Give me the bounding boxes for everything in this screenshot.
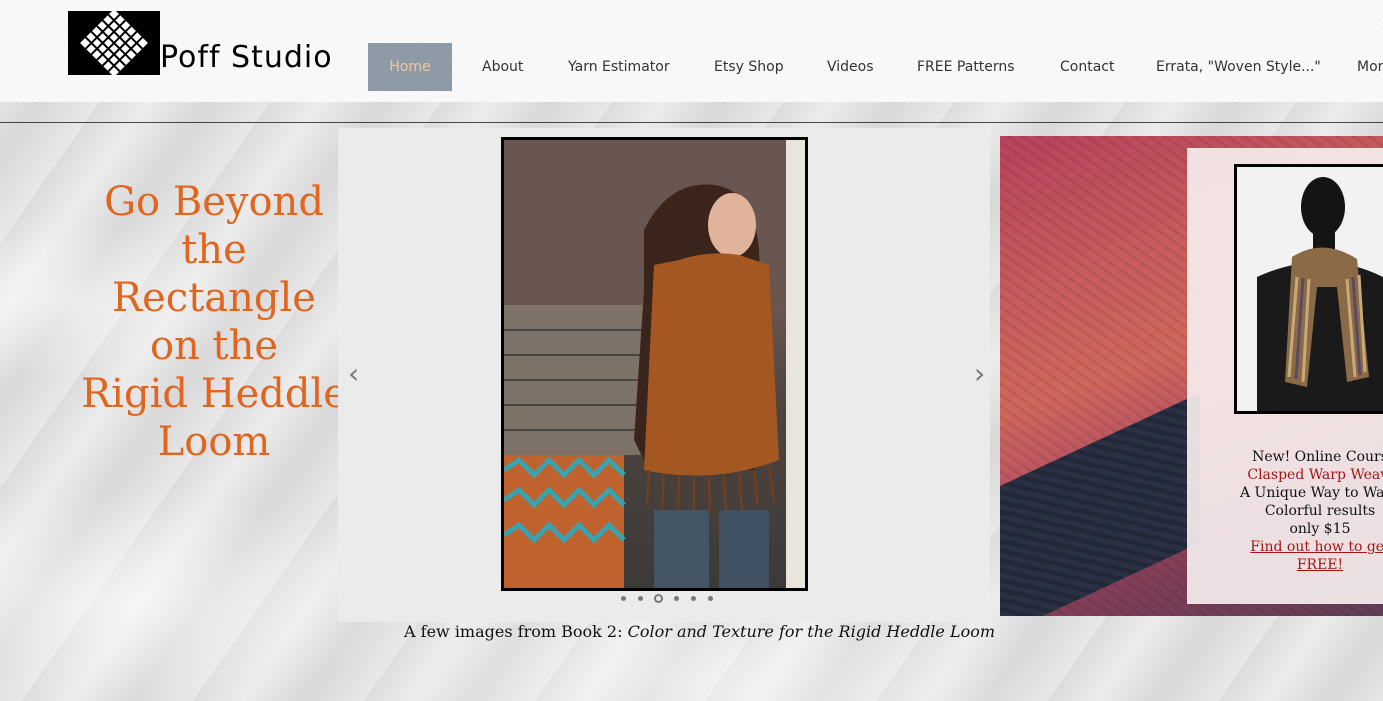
promo-banner[interactable]: New! Online Cours Clasped Warp Weavi A U… (1000, 136, 1383, 616)
promo-line: A Unique Way to Warp (1240, 485, 1383, 501)
slideshow-caption: A few images from Book 2: Color and Text… (404, 622, 995, 641)
slide-dot[interactable] (708, 596, 713, 601)
caption-book-title: Color and Texture for the Rigid Heddle L… (627, 622, 996, 641)
site-header: Poff Studio Home About Yarn Estimator Et… (0, 0, 1383, 102)
promo-link[interactable]: Find out how to get (1250, 539, 1383, 555)
nav-yarn-estimator[interactable]: Yarn Estimator (568, 43, 670, 91)
slide-image-woven-vest[interactable] (501, 137, 808, 591)
hero-line: Go Beyond (104, 179, 324, 225)
hero-heading: Go Beyond the Rectangle on the Rigid Hed… (80, 178, 348, 466)
caption-prefix: A few images from Book 2: (404, 622, 628, 641)
nav-contact[interactable]: Contact (1060, 43, 1114, 91)
nav-more[interactable]: Mor (1357, 43, 1383, 91)
slide-dot[interactable] (621, 596, 626, 601)
promo-price: only $15 (1289, 521, 1351, 537)
nav-free-patterns[interactable]: FREE Patterns (917, 43, 1015, 91)
hero-line: Rectangle (112, 275, 316, 321)
main-nav: Home About Yarn Estimator Etsy Shop Vide… (0, 43, 1383, 91)
nav-videos[interactable]: Videos (827, 43, 874, 91)
promo-line: Colorful results (1264, 503, 1376, 519)
image-slideshow: ‹ › (338, 128, 990, 622)
promo-photo-scarf (1234, 164, 1383, 414)
hero-line: the (181, 227, 247, 273)
chevron-right-icon[interactable]: › (974, 360, 985, 388)
hero-line: on the (149, 323, 279, 369)
hero-line: Loom (157, 419, 271, 465)
promo-link-free[interactable]: FREE! (1297, 557, 1343, 573)
promo-weave-texture (1000, 392, 1200, 616)
promo-line: New! Online Cours (1252, 449, 1383, 465)
promo-course-name: Clasped Warp Weavi (1247, 467, 1383, 483)
header-divider (0, 122, 1383, 123)
nav-home[interactable]: Home (368, 43, 452, 91)
nav-etsy-shop[interactable]: Etsy Shop (714, 43, 784, 91)
hero-line: Rigid Heddle (81, 371, 347, 417)
nav-errata[interactable]: Errata, "Woven Style..." (1156, 43, 1321, 91)
slide-dot[interactable] (691, 596, 696, 601)
chevron-left-icon[interactable]: ‹ (348, 360, 359, 388)
slide-dot[interactable] (638, 596, 643, 601)
promo-text: New! Online Cours Clasped Warp Weavi A U… (1240, 448, 1383, 574)
nav-about[interactable]: About (482, 43, 523, 91)
slide-dot[interactable] (674, 596, 679, 601)
slide-photo (504, 140, 805, 588)
slide-dot-active[interactable] (654, 594, 663, 603)
